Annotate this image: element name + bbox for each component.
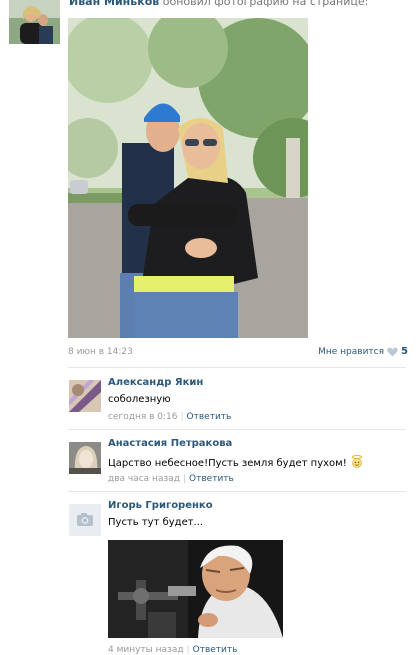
reply-link[interactable]: Ответить — [193, 645, 238, 655]
reply-link[interactable]: Ответить — [187, 412, 232, 422]
comment-avatar[interactable] — [69, 504, 101, 536]
comment-meta: 4 минуты назад | Ответить — [108, 645, 238, 655]
like-button[interactable]: Мне нравится 5 — [318, 346, 408, 357]
like-label: Мне нравится — [318, 346, 385, 357]
post-date[interactable]: 8 июн в 14:23 — [68, 347, 133, 357]
comment-author[interactable]: Александр Якин — [108, 377, 203, 388]
attached-photo — [108, 540, 283, 638]
comment-meta: два часа назад | Ответить — [108, 474, 234, 484]
comment-time[interactable]: сегодня в 0:16 — [108, 412, 177, 422]
comment-text-row: Царство небесное!Пусть земля будет пухом… — [108, 455, 364, 469]
post-author-link[interactable]: Иван Миньков — [69, 0, 159, 8]
post-author-avatar[interactable] — [9, 0, 60, 44]
comment-author[interactable]: Игорь Григоренко — [108, 500, 213, 511]
post-photo[interactable] — [68, 18, 308, 338]
comment-avatar[interactable] — [69, 380, 101, 412]
comment-time[interactable]: 4 минуты назад — [108, 645, 184, 655]
comment-time[interactable]: два часа назад — [108, 474, 180, 484]
commenter-photo — [69, 442, 101, 474]
comment-avatar[interactable] — [69, 442, 101, 474]
author-photo — [9, 0, 60, 44]
commenter-photo — [69, 380, 101, 412]
comment-text: соболезную — [108, 394, 171, 405]
post-header: Иван Миньков обновил фотографию на стран… — [69, 0, 368, 8]
comment-meta: сегодня в 0:16 | Ответить — [108, 412, 232, 422]
camera-icon — [69, 504, 101, 536]
reply-link[interactable]: Ответить — [189, 474, 234, 484]
comment-attached-photo[interactable] — [108, 540, 283, 638]
post-action-text: обновил фотографию на странице: — [159, 0, 369, 8]
comment-author[interactable]: Анастасия Петракова — [108, 438, 232, 449]
divider — [68, 367, 406, 368]
divider — [68, 429, 406, 430]
heart-icon — [387, 347, 398, 356]
like-count: 5 — [401, 346, 408, 357]
couple-photo — [68, 18, 308, 338]
divider — [68, 491, 406, 492]
comment-text: Пусть тут будет... — [108, 517, 204, 528]
angel-emoji-icon — [351, 455, 362, 468]
comment-text: Царство небесное!Пусть земля будет пухом… — [108, 458, 347, 469]
